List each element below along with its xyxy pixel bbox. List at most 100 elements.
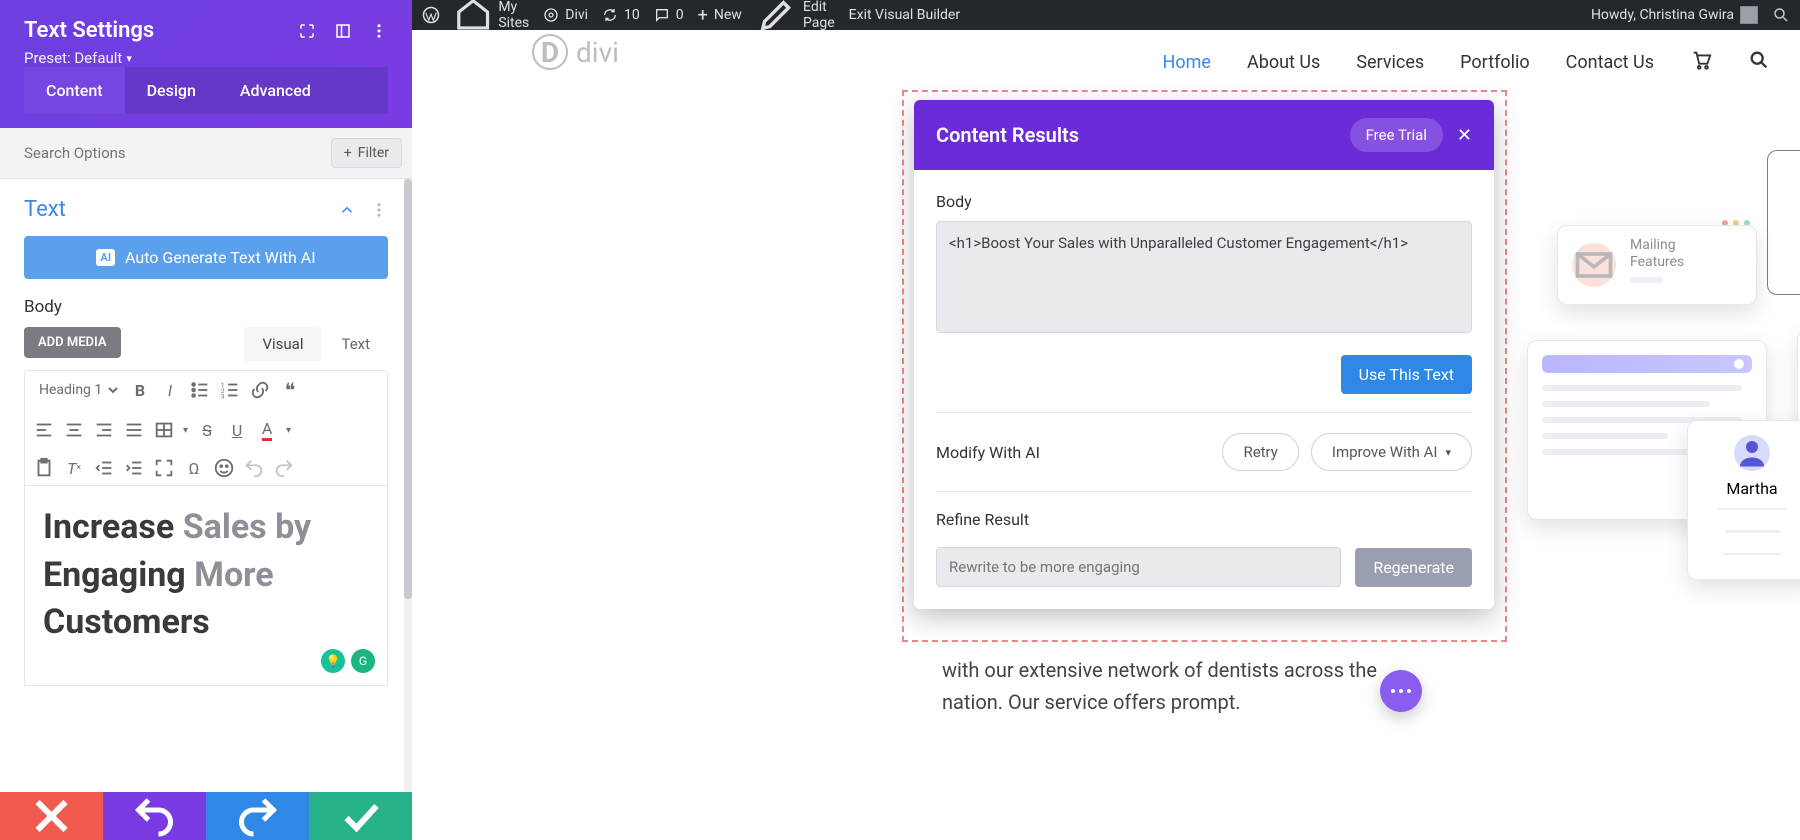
logo-icon: D: [532, 34, 568, 70]
free-trial-button[interactable]: Free Trial: [1350, 118, 1443, 152]
editor-tab-visual[interactable]: Visual: [244, 327, 321, 361]
howdy[interactable]: Howdy, Christina Gwira: [1591, 6, 1758, 24]
nav-services[interactable]: Services: [1356, 52, 1424, 73]
result-textarea[interactable]: <h1>Boost Your Sales with Unparalleled C…: [936, 221, 1472, 333]
outdent-icon[interactable]: [93, 457, 115, 479]
align-right-icon[interactable]: [93, 419, 115, 441]
wp-admin-bar: My Sites Divi 10 0 +New Edit Page Exit V…: [412, 0, 1800, 30]
indent-icon[interactable]: [123, 457, 145, 479]
align-center-icon[interactable]: [63, 419, 85, 441]
emoji-icon[interactable]: [213, 457, 235, 479]
align-left-icon[interactable]: [33, 419, 55, 441]
focus-icon[interactable]: [298, 22, 316, 40]
nav-contact[interactable]: Contact Us: [1566, 52, 1654, 73]
auto-generate-button[interactable]: AI Auto Generate Text With AI: [24, 236, 388, 279]
new[interactable]: +New: [698, 5, 742, 26]
card-text: Features: [1630, 254, 1684, 271]
comments-count: 0: [676, 7, 684, 23]
chevron-down-icon[interactable]: ▾: [183, 425, 188, 436]
ol-icon[interactable]: 123: [219, 379, 241, 401]
panel-icon[interactable]: [334, 22, 352, 40]
add-media-button[interactable]: ADD MEDIA: [24, 327, 121, 358]
undo-button[interactable]: [103, 792, 206, 840]
preset-select[interactable]: Preset: Default ▾: [24, 49, 388, 67]
divi-site[interactable]: Divi: [543, 7, 588, 23]
sidebar-header: Text Settings Preset: Default ▾ Content …: [0, 0, 412, 128]
clear-format-icon[interactable]: T×: [63, 457, 85, 479]
hero-illustration: Mailing Features Edw ard Martha: [1497, 90, 1800, 840]
avatar: [1740, 6, 1758, 24]
collapse-icon[interactable]: [338, 201, 356, 219]
preset-label: Preset: Default: [24, 49, 122, 67]
redo-icon[interactable]: [273, 457, 295, 479]
settings-tabs: Content Design Advanced: [24, 67, 388, 114]
settings-sidebar: Text Settings Preset: Default ▾ Content …: [0, 0, 412, 840]
confirm-button[interactable]: [309, 792, 412, 840]
tab-design[interactable]: Design: [125, 67, 218, 114]
use-this-text-button[interactable]: Use This Text: [1341, 355, 1472, 394]
close-icon[interactable]: ✕: [1457, 125, 1472, 146]
quote-icon[interactable]: ❝: [279, 379, 301, 401]
divi-label: Divi: [565, 7, 588, 23]
wp-logo[interactable]: [422, 6, 440, 24]
nav-portfolio[interactable]: Portfolio: [1460, 52, 1529, 73]
italic-icon[interactable]: I: [159, 379, 181, 401]
improve-label: Improve With AI: [1332, 443, 1438, 461]
modal-body-label: Body: [936, 192, 1472, 211]
card-text: Mailing: [1630, 237, 1684, 254]
search-icon[interactable]: [1748, 49, 1770, 75]
regenerate-button[interactable]: Regenerate: [1355, 548, 1472, 587]
my-sites-label: My Sites: [498, 0, 529, 31]
exit-vb[interactable]: Exit Visual Builder: [849, 7, 960, 23]
align-justify-icon[interactable]: [123, 419, 145, 441]
link-icon[interactable]: [249, 379, 271, 401]
modify-label: Modify With AI: [936, 443, 1040, 462]
refine-label: Refine Result: [936, 510, 1472, 529]
improve-with-ai-button[interactable]: Improve With AI ▾: [1311, 433, 1472, 471]
nav-home[interactable]: Home: [1163, 52, 1211, 73]
section-title: Text: [24, 197, 66, 222]
tab-advanced[interactable]: Advanced: [218, 67, 333, 114]
auto-generate-label: Auto Generate Text With AI: [125, 248, 316, 267]
site-logo[interactable]: D divi: [532, 34, 619, 70]
profile-card-martha: Martha: [1687, 420, 1800, 580]
kebab-icon[interactable]: [370, 22, 388, 40]
floating-menu-button[interactable]: [1380, 670, 1422, 712]
grammarly-widget[interactable]: 💡 G: [321, 649, 375, 673]
strike-icon[interactable]: S: [196, 419, 218, 441]
tab-content[interactable]: Content: [24, 67, 125, 114]
updates[interactable]: 10: [602, 7, 640, 23]
editor-text: Increase: [43, 507, 183, 547]
comments[interactable]: 0: [654, 7, 684, 23]
cancel-button[interactable]: [0, 792, 103, 840]
plus-icon: +: [344, 145, 352, 161]
editor-tab-text[interactable]: Text: [323, 327, 388, 361]
ul-icon[interactable]: [189, 379, 211, 401]
omega-icon[interactable]: Ω: [183, 457, 205, 479]
search-options-input[interactable]: [24, 144, 331, 162]
retry-button[interactable]: Retry: [1222, 433, 1298, 471]
table-icon[interactable]: [153, 419, 175, 441]
nav-about[interactable]: About Us: [1247, 52, 1320, 73]
sidebar-title: Text Settings: [24, 18, 154, 43]
editor-body[interactable]: Increase Sales by Engaging More Customer…: [24, 486, 388, 686]
logo-text: divi: [576, 36, 619, 69]
chevron-down-icon: ▾: [126, 52, 132, 65]
list-card: [1527, 340, 1767, 520]
bold-icon[interactable]: B: [129, 379, 151, 401]
redo-button[interactable]: [206, 792, 309, 840]
textcolor-icon[interactable]: A: [256, 419, 278, 441]
chevron-down-icon[interactable]: ▾: [286, 425, 291, 436]
paste-icon[interactable]: [33, 457, 55, 479]
cart-icon[interactable]: [1690, 49, 1712, 75]
refine-input[interactable]: [936, 547, 1341, 587]
fullscreen-icon[interactable]: [153, 457, 175, 479]
section-kebab-icon[interactable]: [370, 201, 388, 219]
undo-icon[interactable]: [243, 457, 265, 479]
heading-select[interactable]: Heading 1: [33, 377, 121, 403]
admin-search-icon[interactable]: [1772, 6, 1790, 24]
scrollbar-thumb[interactable]: [404, 179, 412, 599]
filter-button[interactable]: + Filter: [331, 138, 402, 168]
underline-icon[interactable]: U: [226, 419, 248, 441]
editor-text: Engaging: [43, 555, 194, 595]
